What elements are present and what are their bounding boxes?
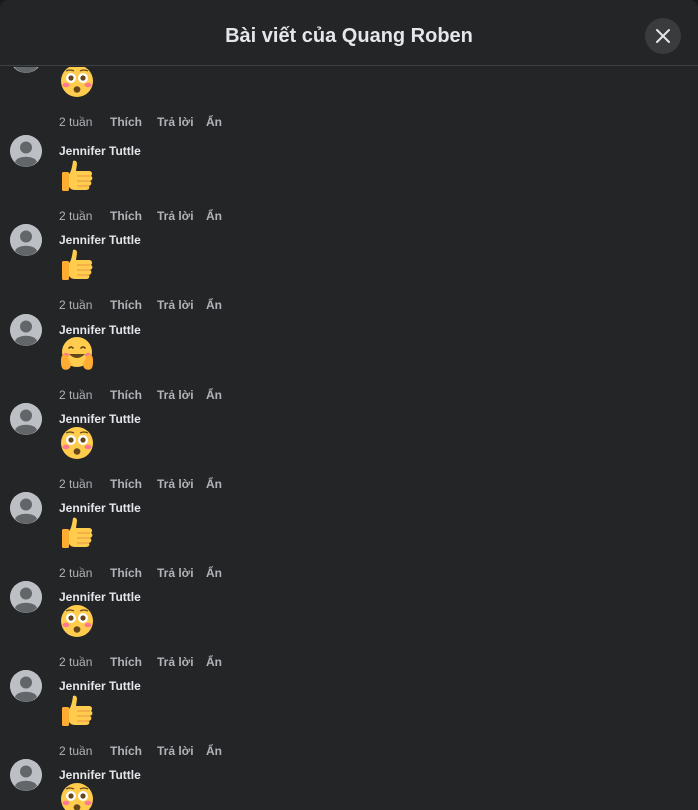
default-avatar-icon [10,314,42,346]
avatar[interactable] [10,492,42,524]
comment-item: Jennifer Tuttle 2 tuần Thích Trả lời Ẩn [0,581,698,670]
hide-button[interactable]: Ẩn [206,477,222,491]
like-button[interactable]: Thích [110,209,157,223]
default-avatar-icon [10,492,42,524]
default-avatar-icon [13,67,39,73]
comment-timestamp[interactable]: 2 tuần [59,209,110,223]
reply-button[interactable]: Trả lời [157,209,206,223]
default-avatar-icon [10,581,42,613]
comment-item: Jennifer Tuttle 2 tuần Thích Trả lời Ẩn [0,403,698,492]
comment-timestamp[interactable]: 2 tuần [59,566,110,580]
dialog-title: Bài viết của Quang Roben [225,25,473,47]
comment-item: Jennifer Tuttle 2 tuần Thích Trả lời Ẩn [0,135,698,224]
comment-author[interactable]: Jennifer Tuttle [59,323,141,337]
comment-item: Jennifer Tuttle 2 tuần Thích Trả lời Ẩn [0,224,698,313]
flushed-emoji-icon [59,67,95,99]
like-button[interactable]: Thích [110,388,157,402]
close-icon [656,29,670,43]
like-button[interactable]: Thích [110,477,157,491]
avatar[interactable] [10,135,42,167]
thumbs-up-emoji-icon [59,514,95,550]
hide-button[interactable]: Ẩn [206,209,222,223]
hugging-emoji-icon [59,336,95,372]
post-dialog: Bài viết của Quang Roben 2 tuần Thích Trả … [0,0,698,810]
comment-item: Jennifer Tuttle 2 tuần Thích Trả lời Ẩn [0,670,698,759]
comment-actions: 2 tuần Thích Trả lời Ẩn [59,744,222,758]
avatar[interactable] [10,314,42,346]
avatar[interactable] [10,67,42,73]
avatar[interactable] [10,403,42,435]
comment-actions: 2 tuần Thích Trả lời Ẩn [59,655,222,669]
comment-timestamp[interactable]: 2 tuần [59,477,110,491]
hide-button[interactable]: Ẩn [206,655,222,669]
avatar[interactable] [10,224,42,256]
comment-timestamp[interactable]: 2 tuần [59,388,110,402]
comment-item: Jennifer Tuttle 2 tuần Thích Trả lời Ẩn [0,492,698,581]
comment-timestamp[interactable]: 2 tuần [59,655,110,669]
default-avatar-icon [10,759,42,791]
comment-list[interactable]: 2 tuần Thích Trả lời Ẩn Jennifer Tuttle 2 t… [0,67,698,810]
comment-item: 2 tuần Thích Trả lời Ẩn [0,67,698,130]
hide-button[interactable]: Ẩn [206,388,222,402]
comment-author[interactable]: Jennifer Tuttle [59,590,141,604]
avatar[interactable] [10,581,42,613]
reply-button[interactable]: Trả lời [157,477,206,491]
flushed-emoji-icon [59,425,95,461]
comment-actions: 2 tuần Thích Trả lời Ẩn [59,566,222,580]
comment-actions: 2 tuần Thích Trả lời Ẩn [59,477,222,491]
hide-button[interactable]: Ẩn [206,298,222,312]
reply-button[interactable]: Trả lời [157,566,206,580]
hide-button[interactable]: Ẩn [206,566,222,580]
hide-button[interactable]: Ẩn [206,744,222,758]
comment-actions: 2 tuần Thích Trả lời Ẩn [59,115,222,129]
default-avatar-icon [10,135,42,167]
flushed-emoji-icon [59,781,95,810]
comment-author[interactable]: Jennifer Tuttle [59,144,141,158]
comment-timestamp[interactable]: 2 tuần [59,744,110,758]
default-avatar-icon [10,670,42,702]
comment-item: Jennifer Tuttle 2 tuần Thích Trả lời Ẩn [0,314,698,403]
comment-item: Jennifer Tuttle [0,759,698,810]
flushed-emoji-icon [59,603,95,639]
like-button[interactable]: Thích [110,566,157,580]
default-avatar-icon [10,224,42,256]
comment-actions: 2 tuần Thích Trả lời Ẩn [59,298,222,312]
comment-author[interactable]: Jennifer Tuttle [59,412,141,426]
reply-button[interactable]: Trả lời [157,744,206,758]
thumbs-up-emoji-icon [59,157,95,193]
thumbs-up-emoji-icon [59,692,95,728]
comment-author[interactable]: Jennifer Tuttle [59,501,141,515]
reply-button[interactable]: Trả lời [157,388,206,402]
comment-timestamp[interactable]: 2 tuần [59,115,110,129]
reply-button[interactable]: Trả lời [157,298,206,312]
like-button[interactable]: Thích [110,655,157,669]
default-avatar-icon [10,403,42,435]
reply-button[interactable]: Trả lời [157,655,206,669]
dialog-header: Bài viết của Quang Roben [0,0,698,66]
reply-button[interactable]: Trả lời [157,115,206,129]
like-button[interactable]: Thích [110,744,157,758]
like-button[interactable]: Thích [110,298,157,312]
hide-button[interactable]: Ẩn [206,115,222,129]
comment-author[interactable]: Jennifer Tuttle [59,679,141,693]
avatar[interactable] [10,670,42,702]
close-button[interactable] [645,18,681,54]
avatar[interactable] [10,759,42,791]
comment-author[interactable]: Jennifer Tuttle [59,768,141,782]
thumbs-up-emoji-icon [59,246,95,282]
comment-actions: 2 tuần Thích Trả lời Ẩn [59,388,222,402]
comment-author[interactable]: Jennifer Tuttle [59,233,141,247]
like-button[interactable]: Thích [110,115,157,129]
comment-timestamp[interactable]: 2 tuần [59,298,110,312]
comment-actions: 2 tuần Thích Trả lời Ẩn [59,209,222,223]
